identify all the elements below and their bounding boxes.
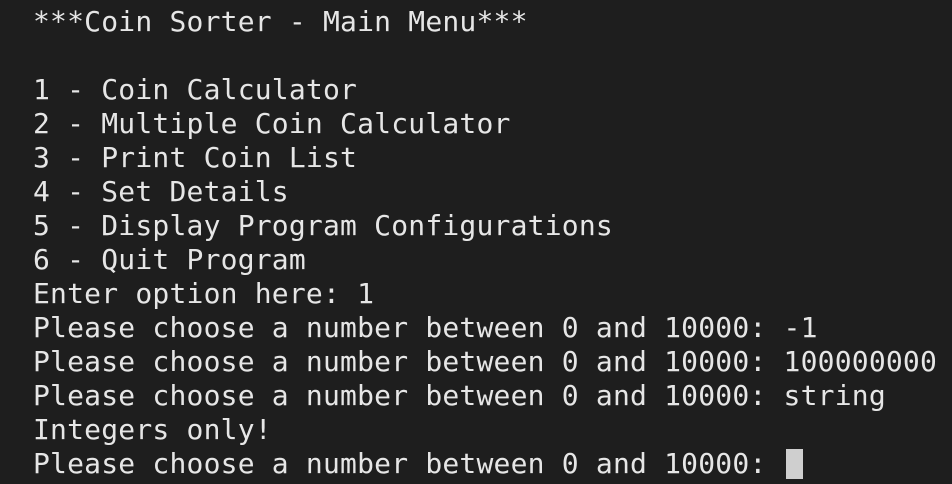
option-input-line: Enter option here: 1: [33, 277, 375, 310]
menu-title: ***Coin Sorter - Main Menu***: [33, 5, 528, 38]
error-message: Integers only!: [33, 413, 272, 446]
text-cursor[interactable]: [785, 449, 803, 479]
menu-option-5: 5 - Display Program Configurations: [33, 209, 613, 242]
number-prompt-line: Please choose a number between 0 and 100…: [33, 345, 938, 378]
menu-option-4: 4 - Set Details: [33, 175, 289, 208]
active-prompt-text: Please choose a number between 0 and 100…: [33, 447, 784, 480]
menu-option-2: 2 - Multiple Coin Calculator: [33, 107, 511, 140]
number-prompt-line: Please choose a number between 0 and 100…: [33, 379, 886, 412]
terminal-window[interactable]: ***Coin Sorter - Main Menu*** 1 - Coin C…: [0, 0, 952, 484]
menu-option-6: 6 - Quit Program: [33, 243, 306, 276]
menu-option-1: 1 - Coin Calculator: [33, 73, 358, 106]
menu-option-3: 3 - Print Coin List: [33, 141, 358, 174]
number-prompt-line: Please choose a number between 0 and 100…: [33, 311, 818, 344]
active-prompt-line[interactable]: Please choose a number between 0 and 100…: [33, 447, 952, 481]
